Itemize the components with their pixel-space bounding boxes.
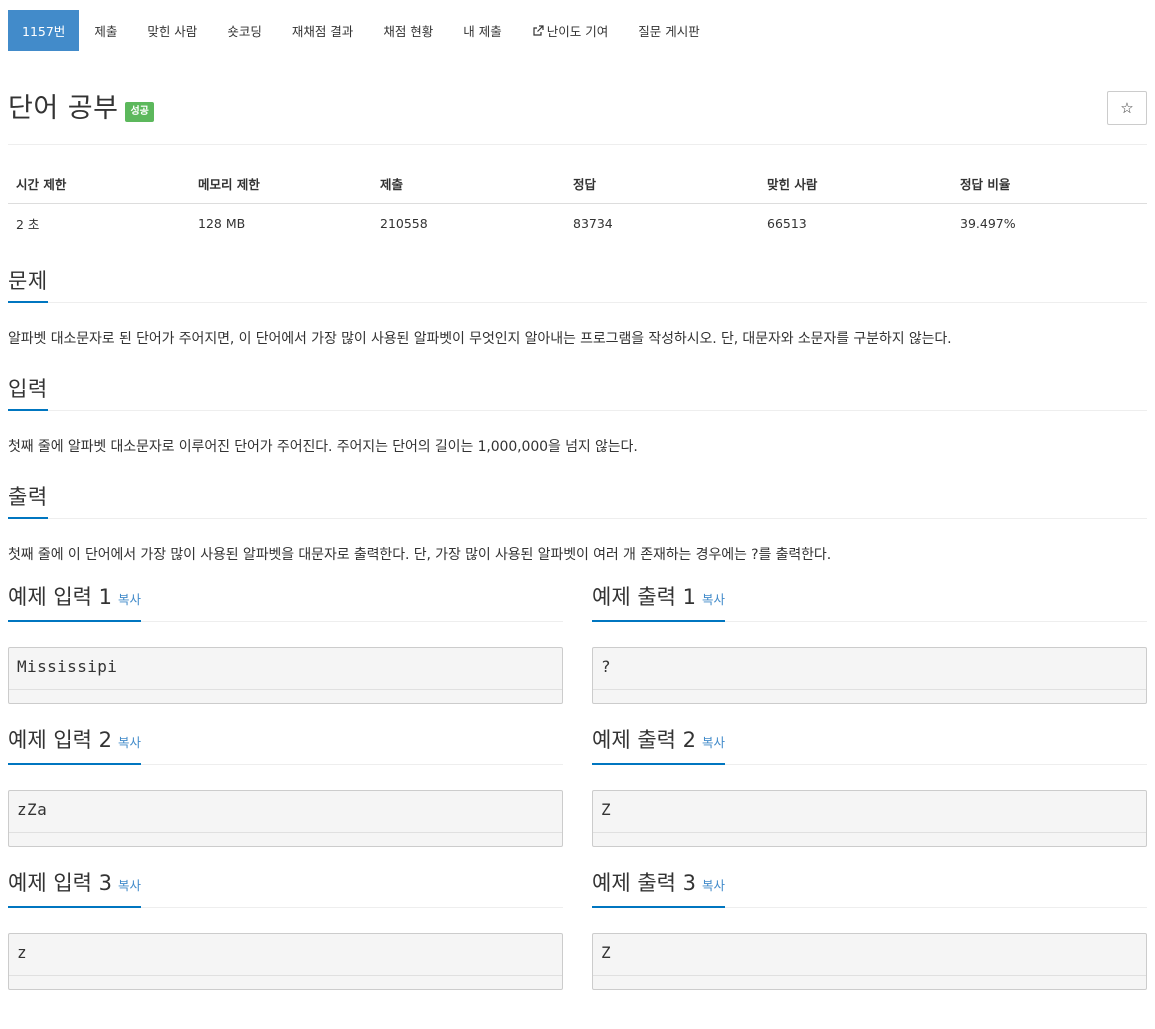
title-row: 단어 공부 성공 ☆ — [8, 51, 1147, 145]
tab-difficulty-contribution[interactable]: 난이도 기여 — [517, 10, 623, 51]
sample-output-3-title: 예제 출력 3 — [592, 871, 696, 895]
tab-short-coding[interactable]: 숏코딩 — [212, 10, 277, 51]
description-heading: 문제 — [8, 267, 48, 303]
problem-nav: 1157번 제출 맞힌 사람 숏코딩 재채점 결과 채점 현황 내 제출 난이도… — [8, 0, 1147, 51]
sample-input-3-heading-bar: 예제 입력 3 복사 — [8, 865, 563, 908]
sample-input-3-code: z — [17, 943, 28, 962]
problem-page: 1157번 제출 맞힌 사람 숏코딩 재채점 결과 채점 현황 내 제출 난이도… — [0, 0, 1155, 1029]
sample-output-2-heading-bar: 예제 출력 2 복사 — [592, 722, 1147, 765]
code-box-divider — [9, 975, 562, 976]
sample-output-3-code: Z — [601, 943, 612, 962]
copy-button[interactable]: 복사 — [118, 735, 141, 750]
tab-question-board[interactable]: 질문 게시판 — [623, 10, 714, 51]
sample-input-2: 예제 입력 2 복사 zZa — [8, 722, 563, 865]
header-submissions: 제출 — [372, 170, 565, 204]
sample-output-1-code: ? — [601, 657, 612, 676]
tab-difficulty-label: 난이도 기여 — [546, 24, 609, 39]
output-heading: 출력 — [8, 483, 48, 519]
status-badge: 성공 — [125, 102, 154, 122]
tab-submit[interactable]: 제출 — [79, 10, 132, 51]
value-memory-limit: 128 MB — [198, 216, 246, 231]
code-box-divider — [593, 832, 1146, 833]
input-section: 입력 첫째 줄에 알파벳 대소문자로 이루어진 단어가 주어진다. 주어지는 단… — [8, 371, 1147, 469]
sample-output-2-heading: 예제 출력 2 복사 — [592, 726, 726, 765]
tab-my-submissions[interactable]: 내 제출 — [448, 10, 516, 51]
code-box-divider — [9, 832, 562, 833]
sample-input-3-title: 예제 입력 3 — [8, 871, 112, 895]
sample-output-3-heading-bar: 예제 출력 3 복사 — [592, 865, 1147, 908]
sample-output-3-box[interactable]: Z — [592, 933, 1147, 990]
sample-output-1-heading: 예제 출력 1 복사 — [592, 583, 726, 622]
sample-output-1: 예제 출력 1 복사 ? — [592, 579, 1147, 722]
value-submissions: 210558 — [380, 216, 428, 231]
sample-output-2-code: Z — [601, 800, 612, 819]
description-heading-bar: 문제 — [8, 263, 1147, 303]
header-time-limit: 시간 제한 — [8, 170, 190, 204]
samples-grid: 예제 입력 1 복사 Mississipi 예제 출력 1 복사 ? 예제 입력… — [8, 579, 1147, 1008]
sample-input-2-heading-bar: 예제 입력 2 복사 — [8, 722, 563, 765]
sample-input-1-box[interactable]: Mississipi — [8, 647, 563, 704]
sample-output-3-heading: 예제 출력 3 복사 — [592, 869, 726, 908]
tab-solved-users[interactable]: 맞힌 사람 — [132, 10, 212, 51]
sample-input-1-code: Mississipi — [17, 657, 118, 676]
code-box-divider — [593, 689, 1146, 690]
copy-button[interactable]: 복사 — [702, 592, 725, 607]
copy-button[interactable]: 복사 — [702, 878, 725, 893]
sample-output-1-title: 예제 출력 1 — [592, 585, 696, 609]
sample-input-2-code: zZa — [17, 800, 48, 819]
input-text: 첫째 줄에 알파벳 대소문자로 이루어진 단어가 주어진다. 주어지는 단어의 … — [8, 439, 638, 455]
sample-input-1: 예제 입력 1 복사 Mississipi — [8, 579, 563, 722]
input-heading: 입력 — [8, 375, 48, 411]
code-box-divider — [9, 689, 562, 690]
tab-rejudge-results[interactable]: 재채점 결과 — [277, 10, 368, 51]
page-title: 단어 공부 — [8, 93, 119, 124]
sample-input-3-heading: 예제 입력 3 복사 — [8, 869, 142, 908]
header-solved-users: 맞힌 사람 — [759, 170, 952, 204]
description-text: 알파벳 대소문자로 된 단어가 주어지면, 이 단어에서 가장 많이 사용된 알… — [8, 331, 952, 347]
copy-button[interactable]: 복사 — [118, 592, 141, 607]
sample-output-2: 예제 출력 2 복사 Z — [592, 722, 1147, 865]
copy-button[interactable]: 복사 — [702, 735, 725, 750]
sample-input-3-box[interactable]: z — [8, 933, 563, 990]
header-accepted: 정답 — [565, 170, 759, 204]
value-accepted: 83734 — [573, 216, 613, 231]
sample-input-2-heading: 예제 입력 2 복사 — [8, 726, 142, 765]
output-text: 첫째 줄에 이 단어에서 가장 많이 사용된 알파벳을 대문자로 출력한다. 단… — [8, 547, 832, 563]
sample-input-1-heading-bar: 예제 입력 1 복사 — [8, 579, 563, 622]
sample-input-1-heading: 예제 입력 1 복사 — [8, 583, 142, 622]
sample-output-1-box[interactable]: ? — [592, 647, 1147, 704]
info-header-row: 시간 제한 메모리 제한 제출 정답 맞힌 사람 정답 비율 — [8, 170, 1147, 204]
output-section: 출력 첫째 줄에 이 단어에서 가장 많이 사용된 알파벳을 대문자로 출력한다… — [8, 479, 1147, 577]
title-group: 단어 공부 성공 — [8, 91, 154, 127]
sample-input-1-title: 예제 입력 1 — [8, 585, 112, 609]
sample-input-2-title: 예제 입력 2 — [8, 728, 112, 752]
value-time-limit: 2 초 — [16, 217, 40, 232]
sample-output-3: 예제 출력 3 복사 Z — [592, 865, 1147, 1008]
header-memory-limit: 메모리 제한 — [190, 170, 372, 204]
input-heading-bar: 입력 — [8, 371, 1147, 411]
info-value-row: 2 초 128 MB 210558 83734 66513 39.497% — [8, 204, 1147, 242]
header-accept-ratio: 정답 비율 — [952, 170, 1147, 204]
sample-output-2-title: 예제 출력 2 — [592, 728, 696, 752]
tab-problem[interactable]: 1157번 — [8, 10, 80, 51]
description-section: 문제 알파벳 대소문자로 된 단어가 주어지면, 이 단어에서 가장 많이 사용… — [8, 263, 1147, 361]
value-accept-ratio: 39.497% — [960, 216, 1016, 231]
output-heading-bar: 출력 — [8, 479, 1147, 519]
problem-info-table: 시간 제한 메모리 제한 제출 정답 맞힌 사람 정답 비율 2 초 128 M… — [8, 170, 1147, 241]
sample-output-2-box[interactable]: Z — [592, 790, 1147, 847]
tab-judge-status[interactable]: 채점 현황 — [368, 10, 448, 51]
sample-input-3: 예제 입력 3 복사 z — [8, 865, 563, 1008]
copy-button[interactable]: 복사 — [118, 878, 141, 893]
sample-input-2-box[interactable]: zZa — [8, 790, 563, 847]
value-solved-users: 66513 — [767, 216, 807, 231]
external-link-icon — [533, 24, 544, 36]
favorite-button[interactable]: ☆ — [1107, 91, 1147, 125]
code-box-divider — [593, 975, 1146, 976]
sample-output-1-heading-bar: 예제 출력 1 복사 — [592, 579, 1147, 622]
star-icon: ☆ — [1120, 99, 1134, 117]
